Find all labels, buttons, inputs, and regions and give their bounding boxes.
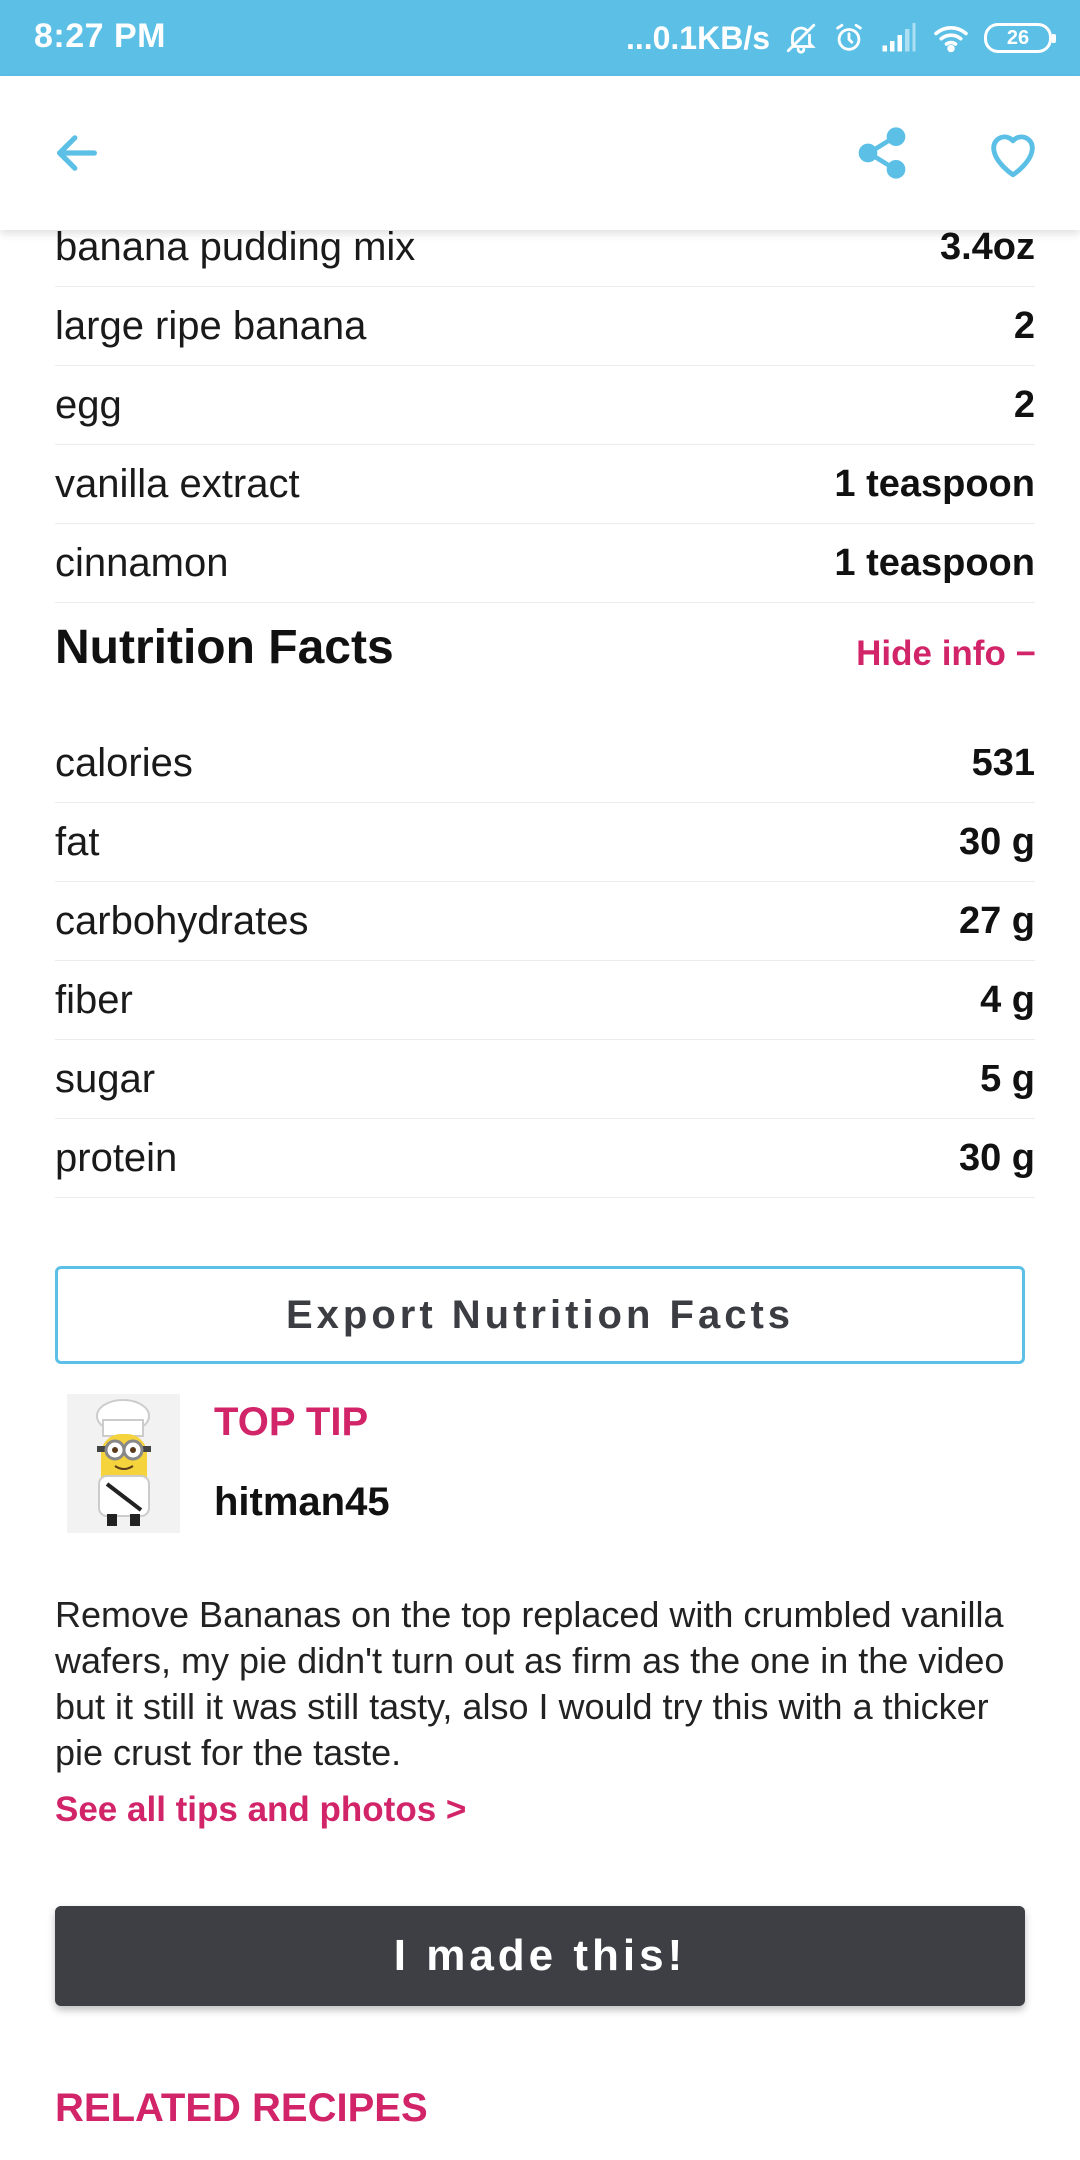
nutrition-row: sugar 5 g [55,1040,1035,1119]
nutrition-row: protein 30 g [55,1119,1035,1198]
ingredient-amount: 1 teaspoon [834,462,1035,505]
favorite-button[interactable] [981,121,1045,185]
ingredient-row: large ripe banana 2 [55,287,1035,366]
ingredient-name: vanilla extract [55,461,300,506]
nutrition-name: fiber [55,977,133,1022]
hide-info-link[interactable]: Hide info − [856,634,1036,674]
ingredient-row: cinnamon 1 teaspoon [55,524,1035,603]
network-speed: ...0.1KB/s [625,19,770,56]
signal-icon [880,23,918,53]
mute-icon [784,21,818,55]
i-made-this-button[interactable]: I made this! [55,1906,1025,2006]
nutrition-name: fat [55,819,100,864]
nutrition-name: protein [55,1135,178,1180]
ingredient-name: large ripe banana [55,303,367,348]
ingredient-name: banana pudding mix [55,224,416,269]
back-button[interactable] [45,121,109,185]
status-time: 8:27 PM [34,17,166,55]
share-icon [858,127,906,179]
ingredient-name: cinnamon [55,540,229,585]
nutrition-name: carbohydrates [55,898,309,943]
battery-icon: 26 [984,23,1056,53]
export-nutrition-button[interactable]: Export Nutrition Facts [55,1266,1025,1364]
nutrition-value: 531 [971,741,1035,784]
share-button[interactable] [850,121,914,185]
related-recipes-heading: RELATED RECIPES [55,2086,428,2130]
nutrition-row: carbohydrates 27 g [55,882,1035,961]
tip-text: Remove Bananas on the top replaced with … [55,1594,1005,1773]
avatar[interactable] [67,1394,180,1533]
nutrition-value: 27 g [958,899,1035,942]
alarm-icon [832,21,866,55]
nutrition-value: 4 g [980,978,1035,1021]
status-icons: ...0.1KB/s 26 [625,12,1056,64]
ingredient-amount: 2 [1013,304,1035,347]
ingredient-amount: 3.4oz [939,225,1035,268]
nutrition-row: calories 531 [55,724,1035,803]
nutrition-title: Nutrition Facts [55,621,394,674]
tip-username[interactable]: hitman45 [214,1480,390,1525]
nutrition-name: calories [55,740,193,785]
nutrition-name: sugar [55,1056,156,1101]
ingredient-amount: 1 teaspoon [834,541,1035,584]
nutrition-value: 30 g [958,820,1035,863]
heart-icon [991,134,1035,178]
ingredient-name: egg [55,382,122,427]
nutrition-row: fiber 4 g [55,961,1035,1040]
nutrition-value: 30 g [958,1136,1035,1179]
nutrition-value: 5 g [980,1057,1035,1100]
back-arrow-icon [57,135,97,171]
app-bar [0,76,1080,230]
top-tip-label: TOP TIP [214,1400,369,1444]
wifi-icon [932,23,970,53]
ingredient-row: egg 2 [55,366,1035,445]
see-all-tips-link[interactable]: See all tips and photos > [55,1790,466,1830]
status-bar: 8:27 PM ...0.1KB/s 26 [0,0,1080,76]
ingredient-amount: 2 [1013,383,1035,426]
ingredient-row: vanilla extract 1 teaspoon [55,445,1035,524]
nutrition-row: fat 30 g [55,803,1035,882]
